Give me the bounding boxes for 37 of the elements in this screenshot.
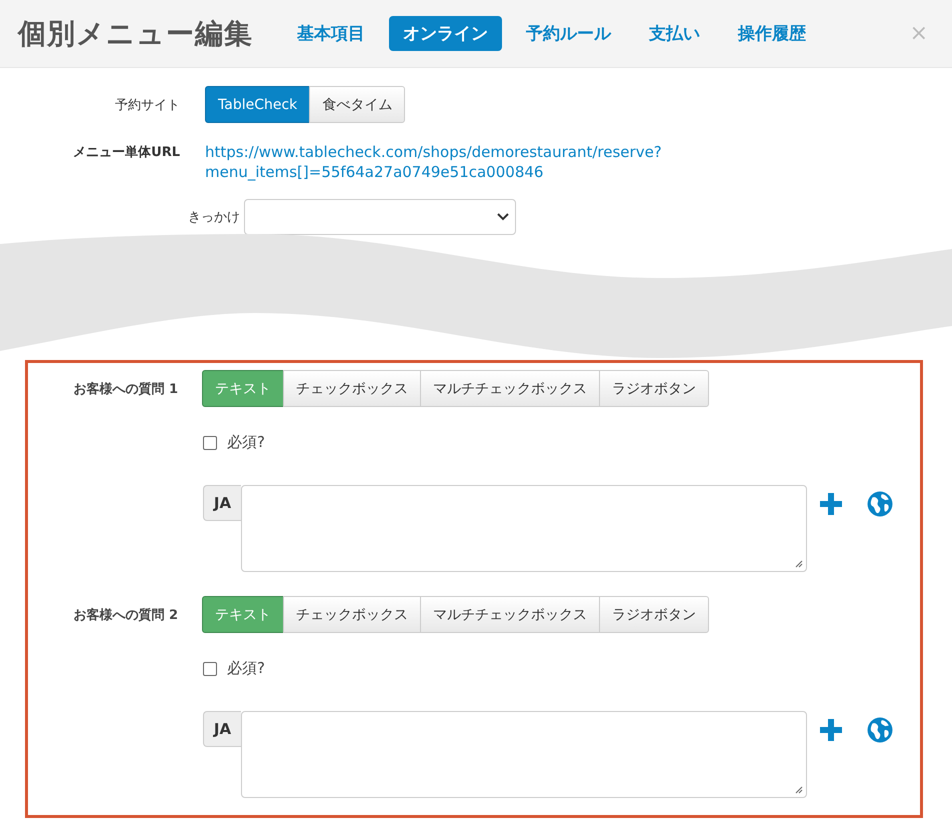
- checkbox[interactable]: [203, 436, 217, 450]
- tab[interactable]: 支払い: [635, 16, 714, 51]
- field-label: メニュー単体URL: [72, 144, 181, 161]
- language-tag: JA: [203, 711, 241, 747]
- globe-icon[interactable]: [867, 491, 893, 517]
- select-field[interactable]: [244, 199, 516, 235]
- tab[interactable]: オンライン: [389, 16, 502, 51]
- dialog-title: 個別メニュー編集: [18, 16, 253, 52]
- resize-handle-icon[interactable]: [795, 560, 803, 568]
- question-label: お客様への質問 1: [72, 380, 179, 398]
- checkbox-label: 必須?: [227, 659, 265, 678]
- segment-button[interactable]: TableCheck: [205, 86, 310, 123]
- chevron-icon: [497, 213, 509, 221]
- segment-button[interactable]: テキスト: [202, 370, 284, 407]
- plus-icon[interactable]: [819, 718, 843, 742]
- globe-icon[interactable]: [867, 717, 893, 743]
- segment-button[interactable]: ラジオボタン: [599, 596, 709, 633]
- segment-button[interactable]: チェックボックス: [283, 596, 421, 633]
- resize-handle-icon[interactable]: [795, 786, 803, 794]
- checkbox[interactable]: [203, 662, 217, 676]
- tab[interactable]: 操作履歴: [724, 16, 820, 51]
- segment-button[interactable]: マルチチェックボックス: [420, 596, 600, 633]
- language-tag: JA: [203, 485, 241, 521]
- segment-button[interactable]: 食べタイム: [309, 86, 406, 123]
- url-link[interactable]: https://www.tablecheck.com/shops/demorestaurant/reserve?: [205, 143, 662, 161]
- tab[interactable]: 基本項目: [283, 16, 379, 51]
- field-label: きっかけ: [187, 209, 241, 226]
- field-label: 予約サイト: [114, 96, 181, 114]
- url-link[interactable]: menu_items[]=55f64a27a0749e51ca000846: [205, 163, 662, 181]
- segment-button[interactable]: テキスト: [202, 596, 284, 633]
- question-label: お客様への質問 2: [72, 606, 179, 624]
- segment-button[interactable]: ラジオボタン: [599, 370, 709, 407]
- segment-button[interactable]: チェックボックス: [283, 370, 421, 407]
- checkbox-label: 必須?: [227, 433, 265, 452]
- plus-icon[interactable]: [819, 492, 843, 516]
- tab[interactable]: 予約ルール: [512, 16, 625, 51]
- segment-button[interactable]: マルチチェックボックス: [420, 370, 600, 407]
